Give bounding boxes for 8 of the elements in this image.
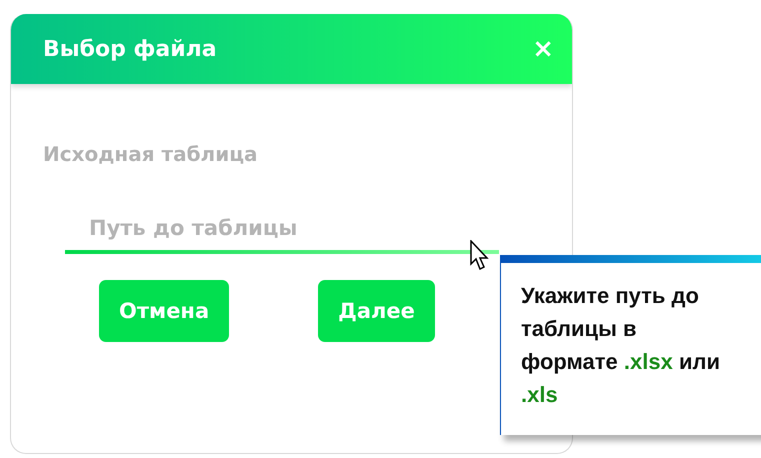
close-button[interactable]: × [532,36,554,62]
path-input-field[interactable]: Путь до таблицы [65,206,499,254]
dialog-title: Выбор файла [43,36,217,62]
tooltip-text: Укажите путь до таблицы в формате .xlsx или .xls [521,282,721,409]
cursor-icon [470,240,490,272]
field-label: Исходная таблица [43,142,259,166]
cancel-button[interactable]: Отмена [99,280,230,342]
next-button[interactable]: Далее [318,280,435,342]
